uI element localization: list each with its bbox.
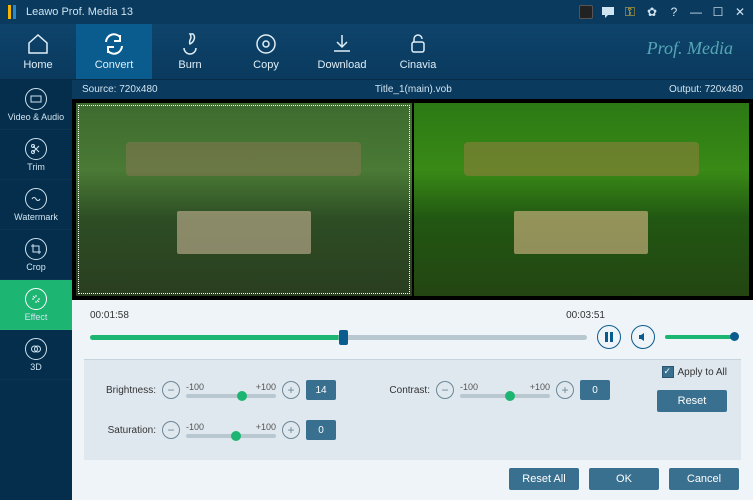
side-label: Effect xyxy=(25,312,48,322)
saturation-label: Saturation: xyxy=(98,425,156,436)
brightness-plus[interactable]: + xyxy=(282,381,300,399)
brightness-minus[interactable]: − xyxy=(162,381,180,399)
download-icon xyxy=(330,32,354,56)
title-bar: Leawo Prof. Media 13 ⚿ ✿ ? — ☐ ✕ xyxy=(0,0,753,24)
maximize-icon[interactable]: ☐ xyxy=(711,5,725,19)
time-current: 00:01:58 xyxy=(90,310,566,321)
tab-burn[interactable]: Burn xyxy=(152,24,228,79)
seek-thumb[interactable] xyxy=(339,330,348,345)
brightness-value: 14 xyxy=(306,380,336,400)
preview-header: Source: 720x480 Title_1(main).vob Output… xyxy=(72,80,753,99)
volume-slider[interactable] xyxy=(665,335,735,339)
convert-icon xyxy=(102,32,126,56)
hw-badge-icon[interactable] xyxy=(579,5,593,19)
close-icon[interactable]: ✕ xyxy=(733,5,747,19)
timeline-panel: 00:01:58 00:03:51 xyxy=(72,300,753,355)
tab-copy[interactable]: Copy xyxy=(228,24,304,79)
checkbox-icon xyxy=(662,366,674,378)
trim-icon xyxy=(25,138,47,160)
threed-icon xyxy=(25,338,47,360)
contrast-plus[interactable]: + xyxy=(556,381,574,399)
contrast-slider[interactable]: -100+100 xyxy=(460,382,550,398)
tab-label: Convert xyxy=(95,59,134,71)
home-icon xyxy=(26,32,50,56)
main-toolbar: Home Convert Burn Copy Download Cinavia … xyxy=(0,24,753,80)
seek-slider[interactable] xyxy=(90,335,587,340)
app-icon xyxy=(6,5,20,19)
apply-all-label: Apply to All xyxy=(678,367,727,378)
pause-button[interactable] xyxy=(597,325,621,349)
edit-sidebar: Video & Audio Trim Watermark Crop Effect… xyxy=(0,80,72,500)
side-label: Watermark xyxy=(14,212,58,222)
tab-convert[interactable]: Convert xyxy=(76,24,152,79)
brightness-slider[interactable]: -100+100 xyxy=(186,382,276,398)
cinavia-icon xyxy=(406,32,430,56)
reset-button[interactable]: Reset xyxy=(657,390,727,412)
side-label: 3D xyxy=(30,362,42,372)
contrast-label: Contrast: xyxy=(372,385,430,396)
apply-all-checkbox[interactable]: Apply to All xyxy=(662,366,727,378)
tab-download[interactable]: Download xyxy=(304,24,380,79)
cancel-button[interactable]: Cancel xyxy=(669,468,739,490)
tab-label: Home xyxy=(23,59,52,71)
tab-label: Download xyxy=(318,59,367,71)
side-label: Crop xyxy=(26,262,46,272)
copy-icon xyxy=(254,32,278,56)
file-name: Title_1(main).vob xyxy=(158,84,669,95)
contrast-minus[interactable]: − xyxy=(436,381,454,399)
source-resolution: Source: 720x480 xyxy=(82,84,158,95)
side-watermark[interactable]: Watermark xyxy=(0,180,72,230)
brightness-label: Brightness: xyxy=(98,385,156,396)
tab-label: Copy xyxy=(253,59,279,71)
side-3d[interactable]: 3D xyxy=(0,330,72,380)
contrast-value: 0 xyxy=(580,380,610,400)
watermark-icon xyxy=(25,188,47,210)
side-crop[interactable]: Crop xyxy=(0,230,72,280)
side-label: Video & Audio xyxy=(8,112,64,122)
settings-icon[interactable]: ✿ xyxy=(645,5,659,19)
time-total: 00:03:51 xyxy=(566,310,605,321)
output-resolution: Output: 720x480 xyxy=(669,84,743,95)
saturation-minus[interactable]: − xyxy=(162,421,180,439)
effect-icon xyxy=(25,288,47,310)
crop-icon xyxy=(25,238,47,260)
help-icon[interactable]: ? xyxy=(667,5,681,19)
app-title: Leawo Prof. Media 13 xyxy=(26,6,579,18)
brand-text: Prof. Media xyxy=(647,38,733,59)
ok-button[interactable]: OK xyxy=(589,468,659,490)
tab-home[interactable]: Home xyxy=(0,24,76,79)
saturation-plus[interactable]: + xyxy=(282,421,300,439)
output-preview[interactable] xyxy=(414,103,750,296)
saturation-slider[interactable]: -100+100 xyxy=(186,422,276,438)
minimize-icon[interactable]: — xyxy=(689,5,703,19)
reset-all-button[interactable]: Reset All xyxy=(509,468,579,490)
preview-pane xyxy=(72,99,753,300)
side-effect[interactable]: Effect xyxy=(0,280,72,330)
tab-cinavia[interactable]: Cinavia xyxy=(380,24,456,79)
video-audio-icon xyxy=(25,88,47,110)
effect-panel: Apply to All Reset Brightness: − -100+10… xyxy=(84,359,741,460)
footer-buttons: Reset All OK Cancel xyxy=(72,460,753,500)
tab-label: Burn xyxy=(178,59,201,71)
burn-icon xyxy=(178,32,202,56)
side-trim[interactable]: Trim xyxy=(0,130,72,180)
message-icon[interactable] xyxy=(601,5,615,19)
key-icon[interactable]: ⚿ xyxy=(623,5,637,19)
source-preview[interactable] xyxy=(76,103,412,296)
side-video-audio[interactable]: Video & Audio xyxy=(0,80,72,130)
side-label: Trim xyxy=(27,162,45,172)
saturation-value: 0 xyxy=(306,420,336,440)
tab-label: Cinavia xyxy=(400,59,437,71)
volume-button[interactable] xyxy=(631,325,655,349)
